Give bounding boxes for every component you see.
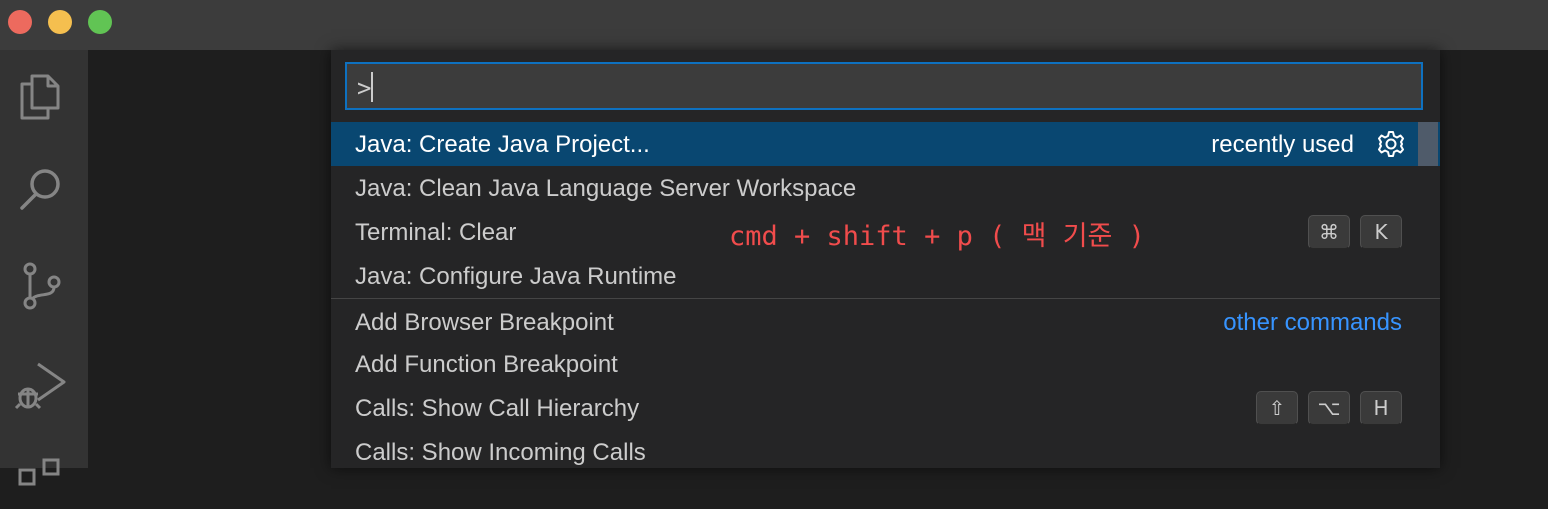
- command-label: Java: Clean Java Language Server Workspa…: [355, 175, 857, 202]
- minimize-window-button[interactable]: [48, 10, 72, 34]
- command-label: Java: Create Java Project...: [355, 131, 650, 158]
- shortcut-annotation: cmd + shift + p ( 맥 기준 ): [729, 221, 1145, 252]
- key-k: K: [1360, 215, 1402, 249]
- run-debug-icon[interactable]: [14, 356, 68, 410]
- key-shift: ⇧: [1256, 391, 1298, 425]
- command-item-clean-workspace[interactable]: Java: Clean Java Language Server Workspa…: [331, 166, 1440, 210]
- text-cursor: [371, 72, 373, 102]
- command-item-create-java-project[interactable]: Java: Create Java Project... recently us…: [331, 122, 1440, 166]
- command-label: Calls: Show Incoming Calls: [355, 439, 646, 466]
- close-window-button[interactable]: [8, 10, 32, 34]
- command-label: Add Browser Breakpoint: [355, 309, 614, 336]
- recently-used-label: recently used: [1211, 131, 1354, 158]
- title-bar: [0, 0, 1548, 50]
- key-h: H: [1360, 391, 1402, 425]
- extensions-icon[interactable]: [14, 450, 68, 504]
- source-control-icon[interactable]: [14, 258, 68, 312]
- group-divider: [331, 298, 1440, 299]
- keybinding: ⌘ K: [1308, 215, 1402, 249]
- command-item-add-browser-breakpoint[interactable]: Add Browser Breakpoint other commands: [331, 300, 1440, 344]
- command-palette: > Java: Create Java Project... recently …: [331, 50, 1440, 468]
- command-input[interactable]: >: [345, 62, 1423, 110]
- command-item-show-call-hierarchy[interactable]: Calls: Show Call Hierarchy ⇧ ⌥ H: [331, 386, 1440, 430]
- other-commands-label: other commands: [1223, 309, 1402, 336]
- maximize-window-button[interactable]: [88, 10, 112, 34]
- key-option: ⌥: [1308, 391, 1350, 425]
- command-label: Calls: Show Call Hierarchy: [355, 395, 640, 422]
- command-item-show-incoming-calls[interactable]: Calls: Show Incoming Calls: [331, 430, 1440, 474]
- command-label: Java: Configure Java Runtime: [355, 263, 677, 290]
- activity-bar: [0, 50, 88, 486]
- command-item-configure-runtime[interactable]: Java: Configure Java Runtime: [331, 254, 1440, 298]
- keybinding: ⇧ ⌥ H: [1256, 391, 1402, 425]
- search-icon[interactable]: [14, 162, 68, 216]
- key-cmd: ⌘: [1308, 215, 1350, 249]
- command-label: Add Function Breakpoint: [355, 351, 618, 378]
- command-item-add-function-breakpoint[interactable]: Add Function Breakpoint: [331, 342, 1440, 386]
- command-label: Terminal: Clear: [355, 219, 517, 246]
- command-input-value: >: [357, 74, 372, 102]
- gear-icon[interactable]: [1376, 129, 1406, 159]
- scrollbar-thumb[interactable]: [1418, 122, 1438, 166]
- files-icon[interactable]: [14, 68, 68, 122]
